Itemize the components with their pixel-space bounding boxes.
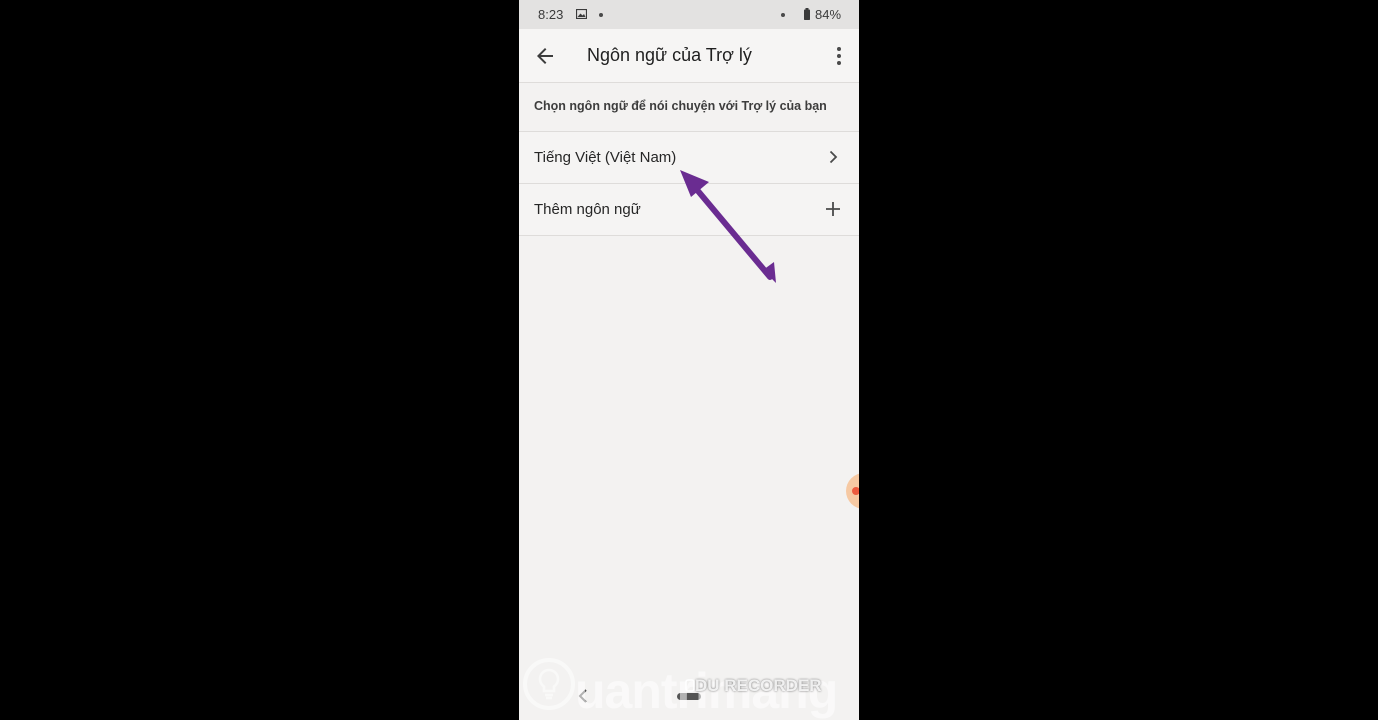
section-header: Chọn ngôn ngữ để nói chuyện với Trợ lý c… — [534, 99, 827, 113]
recorder-logo-icon — [685, 679, 695, 692]
record-dot-icon — [852, 487, 859, 495]
back-arrow-icon[interactable] — [533, 44, 557, 68]
more-vert-icon[interactable] — [827, 44, 851, 68]
language-list: Tiếng Việt (Việt Nam) Thêm ngôn ngữ — [519, 131, 859, 236]
lightbulb-logo-icon — [523, 658, 575, 710]
list-item-label: Thêm ngôn ngữ — [534, 201, 641, 218]
image-notification-icon — [576, 9, 587, 19]
page-title: Ngôn ngữ của Trợ lý — [587, 45, 752, 65]
status-bar: 8:23 84% — [519, 0, 859, 29]
recorder-watermark: DU RECORDER — [695, 676, 822, 695]
chevron-right-icon — [829, 150, 838, 164]
status-time: 8:23 — [538, 7, 564, 22]
app-bar: Ngôn ngữ của Trợ lý — [519, 29, 859, 83]
battery-icon — [804, 8, 810, 20]
phone-screen: 8:23 84% Ngôn ngữ của Trợ lý Chọn ngôn n… — [519, 0, 859, 720]
signal-dot-icon — [781, 13, 785, 17]
add-language-item[interactable]: Thêm ngôn ngữ — [519, 183, 859, 236]
list-item-label: Tiếng Việt (Việt Nam) — [534, 149, 677, 166]
notification-dot-icon — [599, 13, 603, 17]
plus-icon — [826, 202, 840, 216]
language-item-vietnamese[interactable]: Tiếng Việt (Việt Nam) — [519, 131, 859, 183]
battery-percent: 84% — [815, 7, 842, 22]
recorder-floating-bubble[interactable] — [846, 473, 859, 509]
